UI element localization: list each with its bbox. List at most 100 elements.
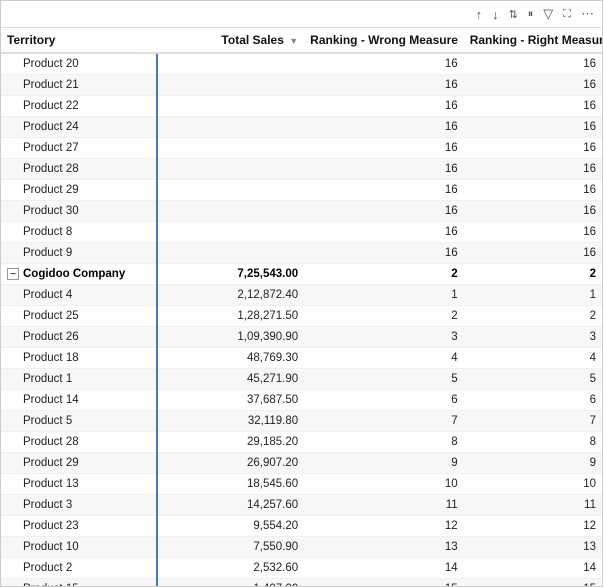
table-row: Product 221616 bbox=[1, 96, 602, 117]
table-row: Product 241616 bbox=[1, 117, 602, 138]
cell-ranking-right: 4 bbox=[464, 348, 602, 369]
cell-ranking-right: 16 bbox=[464, 243, 602, 264]
cell-territory: Product 1 bbox=[1, 369, 166, 390]
table-row: Product 201616 bbox=[1, 53, 602, 75]
cell-territory: Product 13 bbox=[1, 474, 166, 495]
cell-ranking-wrong: 15 bbox=[304, 579, 464, 586]
cell-ranking-wrong: 16 bbox=[304, 222, 464, 243]
table-row: Product 239,554.201212 bbox=[1, 516, 602, 537]
cell-ranking-wrong: 16 bbox=[304, 53, 464, 75]
cell-ranking-right: 16 bbox=[464, 159, 602, 180]
cell-ranking-right: 12 bbox=[464, 516, 602, 537]
expand-collapse-icon[interactable]: − bbox=[7, 268, 19, 280]
table-row: Product 532,119.8077 bbox=[1, 411, 602, 432]
cell-total-sales: 45,271.90 bbox=[166, 369, 304, 390]
table-row: Product 22,532.601414 bbox=[1, 558, 602, 579]
table-row: Product 1848,769.3044 bbox=[1, 348, 602, 369]
sort-desc-icon[interactable]: ↓ bbox=[490, 6, 501, 23]
cell-territory: Product 4 bbox=[1, 285, 166, 306]
cell-territory: Product 23 bbox=[1, 516, 166, 537]
cell-total-sales: 7,25,543.00 bbox=[166, 264, 304, 285]
table-row: Product 211616 bbox=[1, 75, 602, 96]
col-ranking-right[interactable]: Ranking - Right Measure bbox=[464, 28, 602, 53]
cell-ranking-right: 16 bbox=[464, 96, 602, 117]
cell-ranking-right: 3 bbox=[464, 327, 602, 348]
table-row: Product 42,12,872.4011 bbox=[1, 285, 602, 306]
table-header-row: Territory Total Sales ▼ Ranking - Wrong … bbox=[1, 28, 602, 53]
cell-total-sales bbox=[166, 243, 304, 264]
cell-total-sales bbox=[166, 117, 304, 138]
cell-ranking-wrong: 14 bbox=[304, 558, 464, 579]
cell-total-sales bbox=[166, 180, 304, 201]
cell-ranking-wrong: 4 bbox=[304, 348, 464, 369]
cell-territory: Product 9 bbox=[1, 243, 166, 264]
col-territory[interactable]: Territory bbox=[1, 28, 166, 53]
col-total-sales[interactable]: Total Sales ▼ bbox=[166, 28, 304, 53]
cell-total-sales: 48,769.30 bbox=[166, 348, 304, 369]
cell-territory: Product 29 bbox=[1, 180, 166, 201]
cell-ranking-right: 15 bbox=[464, 579, 602, 586]
cell-ranking-right: 14 bbox=[464, 558, 602, 579]
cell-ranking-wrong: 16 bbox=[304, 201, 464, 222]
cell-ranking-right: 10 bbox=[464, 474, 602, 495]
cell-total-sales: 32,119.80 bbox=[166, 411, 304, 432]
cell-ranking-right: 5 bbox=[464, 369, 602, 390]
cell-territory: Product 3 bbox=[1, 495, 166, 516]
table-row: −Cogidoo Company7,25,543.0022 bbox=[1, 264, 602, 285]
cell-ranking-wrong: 5 bbox=[304, 369, 464, 390]
table-row: Product 281616 bbox=[1, 159, 602, 180]
cell-ranking-right: 1 bbox=[464, 285, 602, 306]
cell-ranking-wrong: 13 bbox=[304, 537, 464, 558]
cell-ranking-wrong: 7 bbox=[304, 411, 464, 432]
table-wrapper[interactable]: Territory Total Sales ▼ Ranking - Wrong … bbox=[1, 28, 602, 586]
cell-ranking-wrong: 3 bbox=[304, 327, 464, 348]
table-row: Product 1437,687.5066 bbox=[1, 390, 602, 411]
cell-ranking-wrong: 16 bbox=[304, 243, 464, 264]
cell-ranking-right: 8 bbox=[464, 432, 602, 453]
cell-ranking-wrong: 6 bbox=[304, 390, 464, 411]
cell-territory: Product 5 bbox=[1, 411, 166, 432]
cell-territory: Product 28 bbox=[1, 432, 166, 453]
cell-total-sales bbox=[166, 75, 304, 96]
table-row: Product 107,550.901313 bbox=[1, 537, 602, 558]
cell-territory: Product 27 bbox=[1, 138, 166, 159]
cell-ranking-wrong: 10 bbox=[304, 474, 464, 495]
col-ranking-wrong[interactable]: Ranking - Wrong Measure bbox=[304, 28, 464, 53]
pause-icon[interactable]: ⏸ bbox=[526, 7, 536, 22]
cell-ranking-wrong: 16 bbox=[304, 75, 464, 96]
cell-ranking-right: 7 bbox=[464, 411, 602, 432]
cell-territory: Product 2 bbox=[1, 558, 166, 579]
cell-total-sales bbox=[166, 159, 304, 180]
cell-ranking-wrong: 12 bbox=[304, 516, 464, 537]
cell-ranking-right: 13 bbox=[464, 537, 602, 558]
expand-icon[interactable]: ⛶ bbox=[561, 7, 573, 22]
cell-territory: Product 20 bbox=[1, 53, 166, 75]
cell-total-sales: 7,550.90 bbox=[166, 537, 304, 558]
cell-ranking-right: 16 bbox=[464, 117, 602, 138]
sort-both-icon[interactable]: ⇅ bbox=[507, 7, 520, 22]
table-row: Product 9 1616 bbox=[1, 243, 602, 264]
cell-ranking-right: 11 bbox=[464, 495, 602, 516]
cell-territory: Product 30 bbox=[1, 201, 166, 222]
cell-ranking-wrong: 2 bbox=[304, 306, 464, 327]
cell-ranking-wrong: 16 bbox=[304, 180, 464, 201]
cell-ranking-wrong: 11 bbox=[304, 495, 464, 516]
sort-asc-icon[interactable]: ↑ bbox=[474, 6, 485, 23]
cell-territory: Product 29 bbox=[1, 453, 166, 474]
sort-arrow-total-sales: ▼ bbox=[289, 36, 298, 46]
cell-total-sales: 1,09,390.90 bbox=[166, 327, 304, 348]
cell-ranking-wrong: 1 bbox=[304, 285, 464, 306]
filter-icon[interactable]: ▽ bbox=[541, 5, 555, 23]
cell-ranking-right: 6 bbox=[464, 390, 602, 411]
table-row: Product 1318,545.601010 bbox=[1, 474, 602, 495]
cell-territory: Product 28 bbox=[1, 159, 166, 180]
cell-total-sales bbox=[166, 53, 304, 75]
cell-total-sales bbox=[166, 138, 304, 159]
cell-total-sales: 14,257.60 bbox=[166, 495, 304, 516]
table-row: Product 2926,907.2099 bbox=[1, 453, 602, 474]
cell-ranking-wrong: 2 bbox=[304, 264, 464, 285]
cell-territory: Product 14 bbox=[1, 390, 166, 411]
more-icon[interactable]: ⋯ bbox=[579, 5, 596, 23]
cell-total-sales: 2,532.60 bbox=[166, 558, 304, 579]
cell-total-sales: 26,907.20 bbox=[166, 453, 304, 474]
